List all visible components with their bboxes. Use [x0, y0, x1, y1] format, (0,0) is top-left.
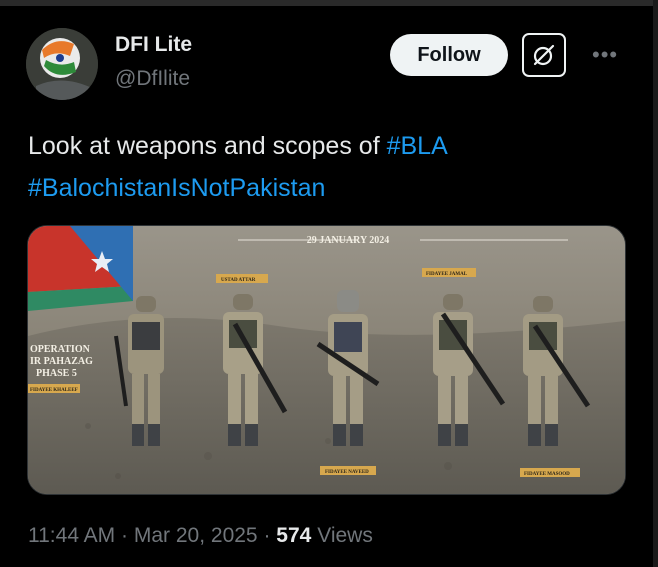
tweet-text: Look at weapons and scopes of #BLA #Balo… — [28, 125, 448, 209]
operation-line-2: IR PAHAZAG — [30, 356, 93, 367]
name-tag-5: FIDAYEE MASOOD — [524, 472, 570, 477]
window-right-border — [653, 0, 658, 567]
operation-line-1: OPERATION — [30, 344, 91, 355]
grok-icon — [533, 44, 555, 66]
more-dots-icon[interactable]: ••• — [592, 42, 618, 68]
tweet-image[interactable]: 29 JANUARY 2024 OPERATION IR PAHAZAG PHA… — [27, 225, 626, 495]
author-name[interactable]: DFI Lite — [115, 33, 192, 57]
meta-separator: · — [121, 524, 129, 547]
meta-separator-2: · — [263, 524, 271, 547]
date-banner: 29 JANUARY 2024 — [307, 235, 390, 246]
author-handle[interactable]: @DfIlite — [115, 67, 190, 91]
follow-button[interactable]: Follow — [390, 34, 508, 76]
views-count[interactable]: 574 — [276, 524, 311, 547]
window-top-border — [0, 0, 658, 6]
name-tag-1: FIDAYEE KHALEEF — [30, 388, 78, 393]
hashtag-bla[interactable]: #BLA — [387, 132, 448, 160]
name-tag-3: FIDAYEE NAVEED — [325, 470, 369, 475]
avatar[interactable] — [26, 28, 98, 100]
media-photo: 29 JANUARY 2024 OPERATION IR PAHAZAG PHA… — [28, 226, 625, 494]
name-tag-4: FIDAYEE JAMAL — [426, 272, 468, 277]
grok-button[interactable] — [522, 33, 566, 77]
name-tag-2: USTAD ATTAR — [221, 278, 256, 283]
hashtag-balochistan[interactable]: #BalochistanIsNotPakistan — [28, 174, 325, 202]
tweet-time[interactable]: 11:44 AM — [28, 524, 115, 547]
tweet-body: Look at weapons and scopes of — [28, 132, 380, 160]
tweet-date[interactable]: Mar 20, 2025 — [134, 524, 258, 547]
flag-graphic — [28, 226, 133, 311]
operation-line-3: PHASE 5 — [36, 368, 77, 379]
views-label[interactable]: Views — [317, 524, 373, 547]
tweet-meta: 11:44 AM · Mar 20, 2025 · 574 Views — [28, 524, 373, 548]
avatar-flag-icon — [26, 28, 98, 100]
